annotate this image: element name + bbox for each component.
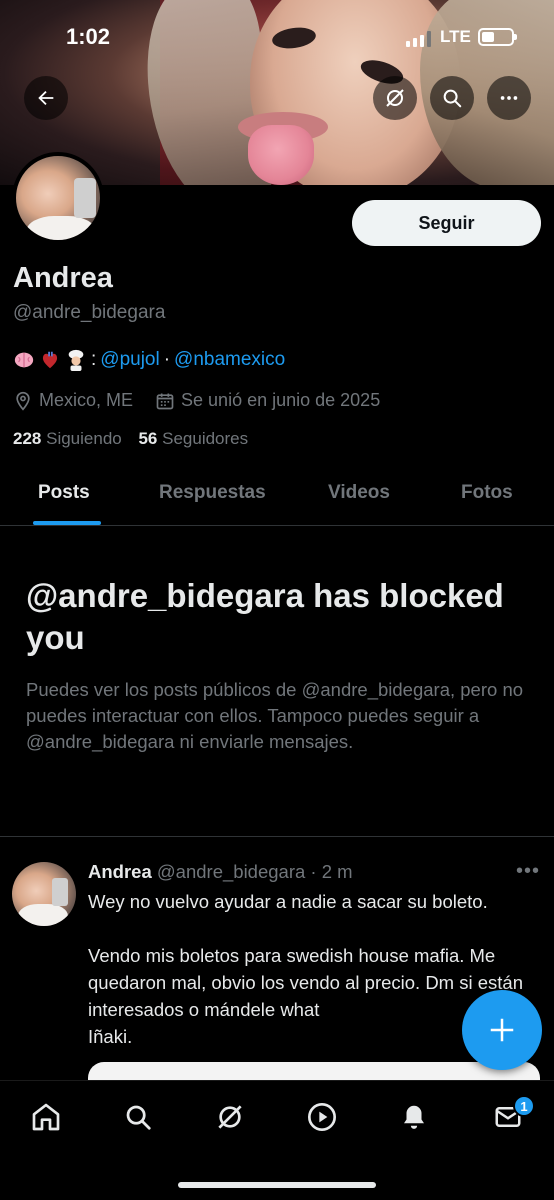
avatar-phone bbox=[74, 178, 96, 218]
search-icon bbox=[126, 1105, 151, 1130]
calendar-icon bbox=[156, 393, 174, 409]
profile-handle: @andre_bidegara bbox=[13, 302, 166, 323]
grok-icon bbox=[218, 1105, 242, 1129]
tab-respuestas[interactable]: Respuestas bbox=[159, 482, 266, 504]
status-time: 1:02 bbox=[66, 24, 111, 49]
bio-separator: : bbox=[91, 349, 97, 370]
followers-link[interactable]: 56 Seguidores bbox=[138, 429, 248, 448]
post-avatar-shoulders bbox=[18, 904, 68, 926]
location-pin-icon bbox=[16, 391, 30, 411]
profile-joined: Se unió en junio de 2025 bbox=[181, 390, 381, 410]
profile-bio: : @pujol · @nbamexico bbox=[13, 348, 285, 372]
bio-link-pujol[interactable]: @pujol bbox=[100, 349, 159, 371]
play-icon bbox=[308, 1103, 336, 1131]
followers-label: Seguidores bbox=[162, 429, 249, 448]
nav-video[interactable] bbox=[304, 1099, 340, 1135]
battery-icon bbox=[478, 28, 517, 46]
post-avatar-phone bbox=[52, 878, 68, 906]
anatomical-heart-icon bbox=[42, 351, 58, 369]
nav-notifications[interactable] bbox=[396, 1099, 432, 1135]
avatar-shoulders bbox=[26, 216, 96, 240]
following-label: Siguiendo bbox=[46, 429, 122, 448]
nav-home[interactable] bbox=[28, 1099, 64, 1135]
network-label: LTE bbox=[440, 27, 471, 46]
tab-fotos[interactable]: Fotos bbox=[461, 482, 513, 504]
tab-posts[interactable]: Posts bbox=[38, 482, 90, 504]
nav-search[interactable] bbox=[120, 1099, 156, 1135]
back-button[interactable] bbox=[24, 76, 68, 120]
following-count: 228 bbox=[13, 429, 42, 448]
blocked-body: Puedes ver los posts públicos de @andre_… bbox=[26, 679, 524, 752]
grok-icon bbox=[386, 89, 404, 107]
profile-meta: Mexico, ME Se unió en junio de 2025 bbox=[13, 390, 380, 411]
post-avatar[interactable] bbox=[12, 862, 76, 926]
profile-name: Andrea bbox=[13, 262, 113, 294]
status-bar: 1:02 LTE bbox=[0, 22, 554, 52]
post-handle: @andre_bidegara bbox=[156, 861, 306, 882]
bell-icon bbox=[404, 1105, 424, 1129]
blocked-title: @andre_bidegara has blocked you bbox=[26, 577, 504, 656]
signal-icon bbox=[406, 31, 431, 47]
bio-dot: · bbox=[163, 349, 171, 370]
plus-icon bbox=[490, 1018, 514, 1042]
search-button[interactable] bbox=[430, 76, 474, 120]
following-link[interactable]: 228 Siguiendo bbox=[13, 429, 122, 448]
grok-button[interactable] bbox=[373, 76, 417, 120]
active-tab-indicator bbox=[33, 521, 101, 525]
post-header: Andrea @andre_bidegara · 2 m bbox=[88, 861, 353, 883]
messages-badge: 1 bbox=[513, 1095, 535, 1117]
more-horizontal-icon bbox=[500, 96, 518, 100]
post-time: · 2 m bbox=[310, 861, 353, 882]
post-more-icon[interactable]: ••• bbox=[516, 860, 540, 883]
profile-tabs: Posts Respuestas Videos Fotos bbox=[0, 470, 554, 526]
home-indicator bbox=[178, 1182, 376, 1188]
tab-videos[interactable]: Videos bbox=[328, 482, 390, 504]
nav-grok[interactable] bbox=[212, 1099, 248, 1135]
compose-button[interactable] bbox=[462, 990, 542, 1070]
profile-stats: 228 Siguiendo 56 Seguidores bbox=[13, 429, 248, 449]
profile-location: Mexico, ME bbox=[39, 390, 134, 410]
follow-button[interactable]: Seguir bbox=[352, 200, 541, 246]
banner-tongue bbox=[248, 125, 314, 185]
brain-icon bbox=[14, 352, 34, 368]
followers-count: 56 bbox=[138, 429, 158, 448]
search-icon bbox=[443, 89, 462, 108]
bio-link-nbamexico[interactable]: @nbamexico bbox=[174, 349, 285, 371]
arrow-left-icon bbox=[38, 90, 54, 106]
chef-icon bbox=[68, 349, 84, 371]
divider bbox=[0, 836, 554, 837]
profile-avatar[interactable] bbox=[12, 152, 104, 244]
post-author[interactable]: Andrea bbox=[88, 861, 152, 882]
home-icon bbox=[32, 1103, 60, 1131]
more-options-button[interactable] bbox=[487, 76, 531, 120]
